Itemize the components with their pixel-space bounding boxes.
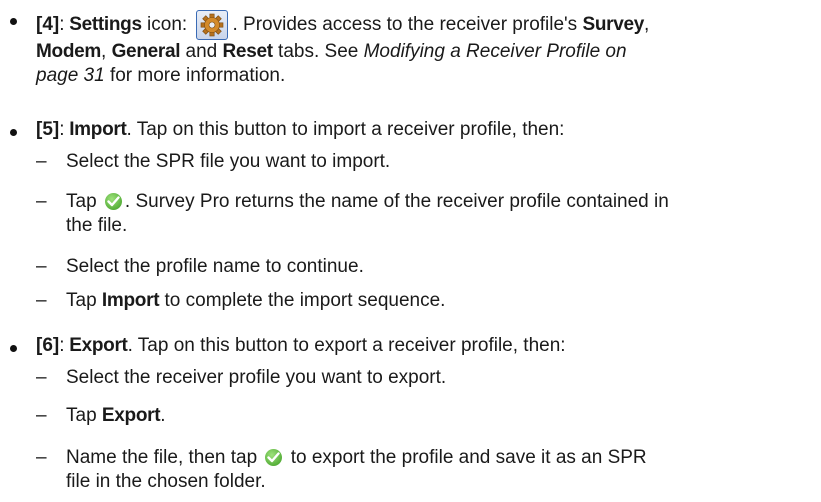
check-icon: [265, 449, 283, 466]
item-text: [5]: Import. Tap on this button to impor…: [36, 119, 565, 140]
settings-term: Settings: [69, 14, 142, 35]
item-text: [4]: Settings icon: . Provides access to…: [36, 10, 801, 88]
export-term: Export: [69, 335, 128, 356]
check-icon: [104, 193, 122, 210]
cross-reference-page[interactable]: page 31: [36, 65, 105, 86]
item-text: [6]: Export. Tap on this button to expor…: [36, 335, 566, 356]
bullet-dot: [10, 129, 17, 136]
cross-reference-link[interactable]: Modifying a Receiver Profile on: [364, 41, 627, 62]
import-term: Import: [69, 119, 127, 140]
bullet-dot: [10, 345, 17, 352]
gear-icon: [196, 10, 229, 40]
bullet-dot: [10, 18, 17, 25]
